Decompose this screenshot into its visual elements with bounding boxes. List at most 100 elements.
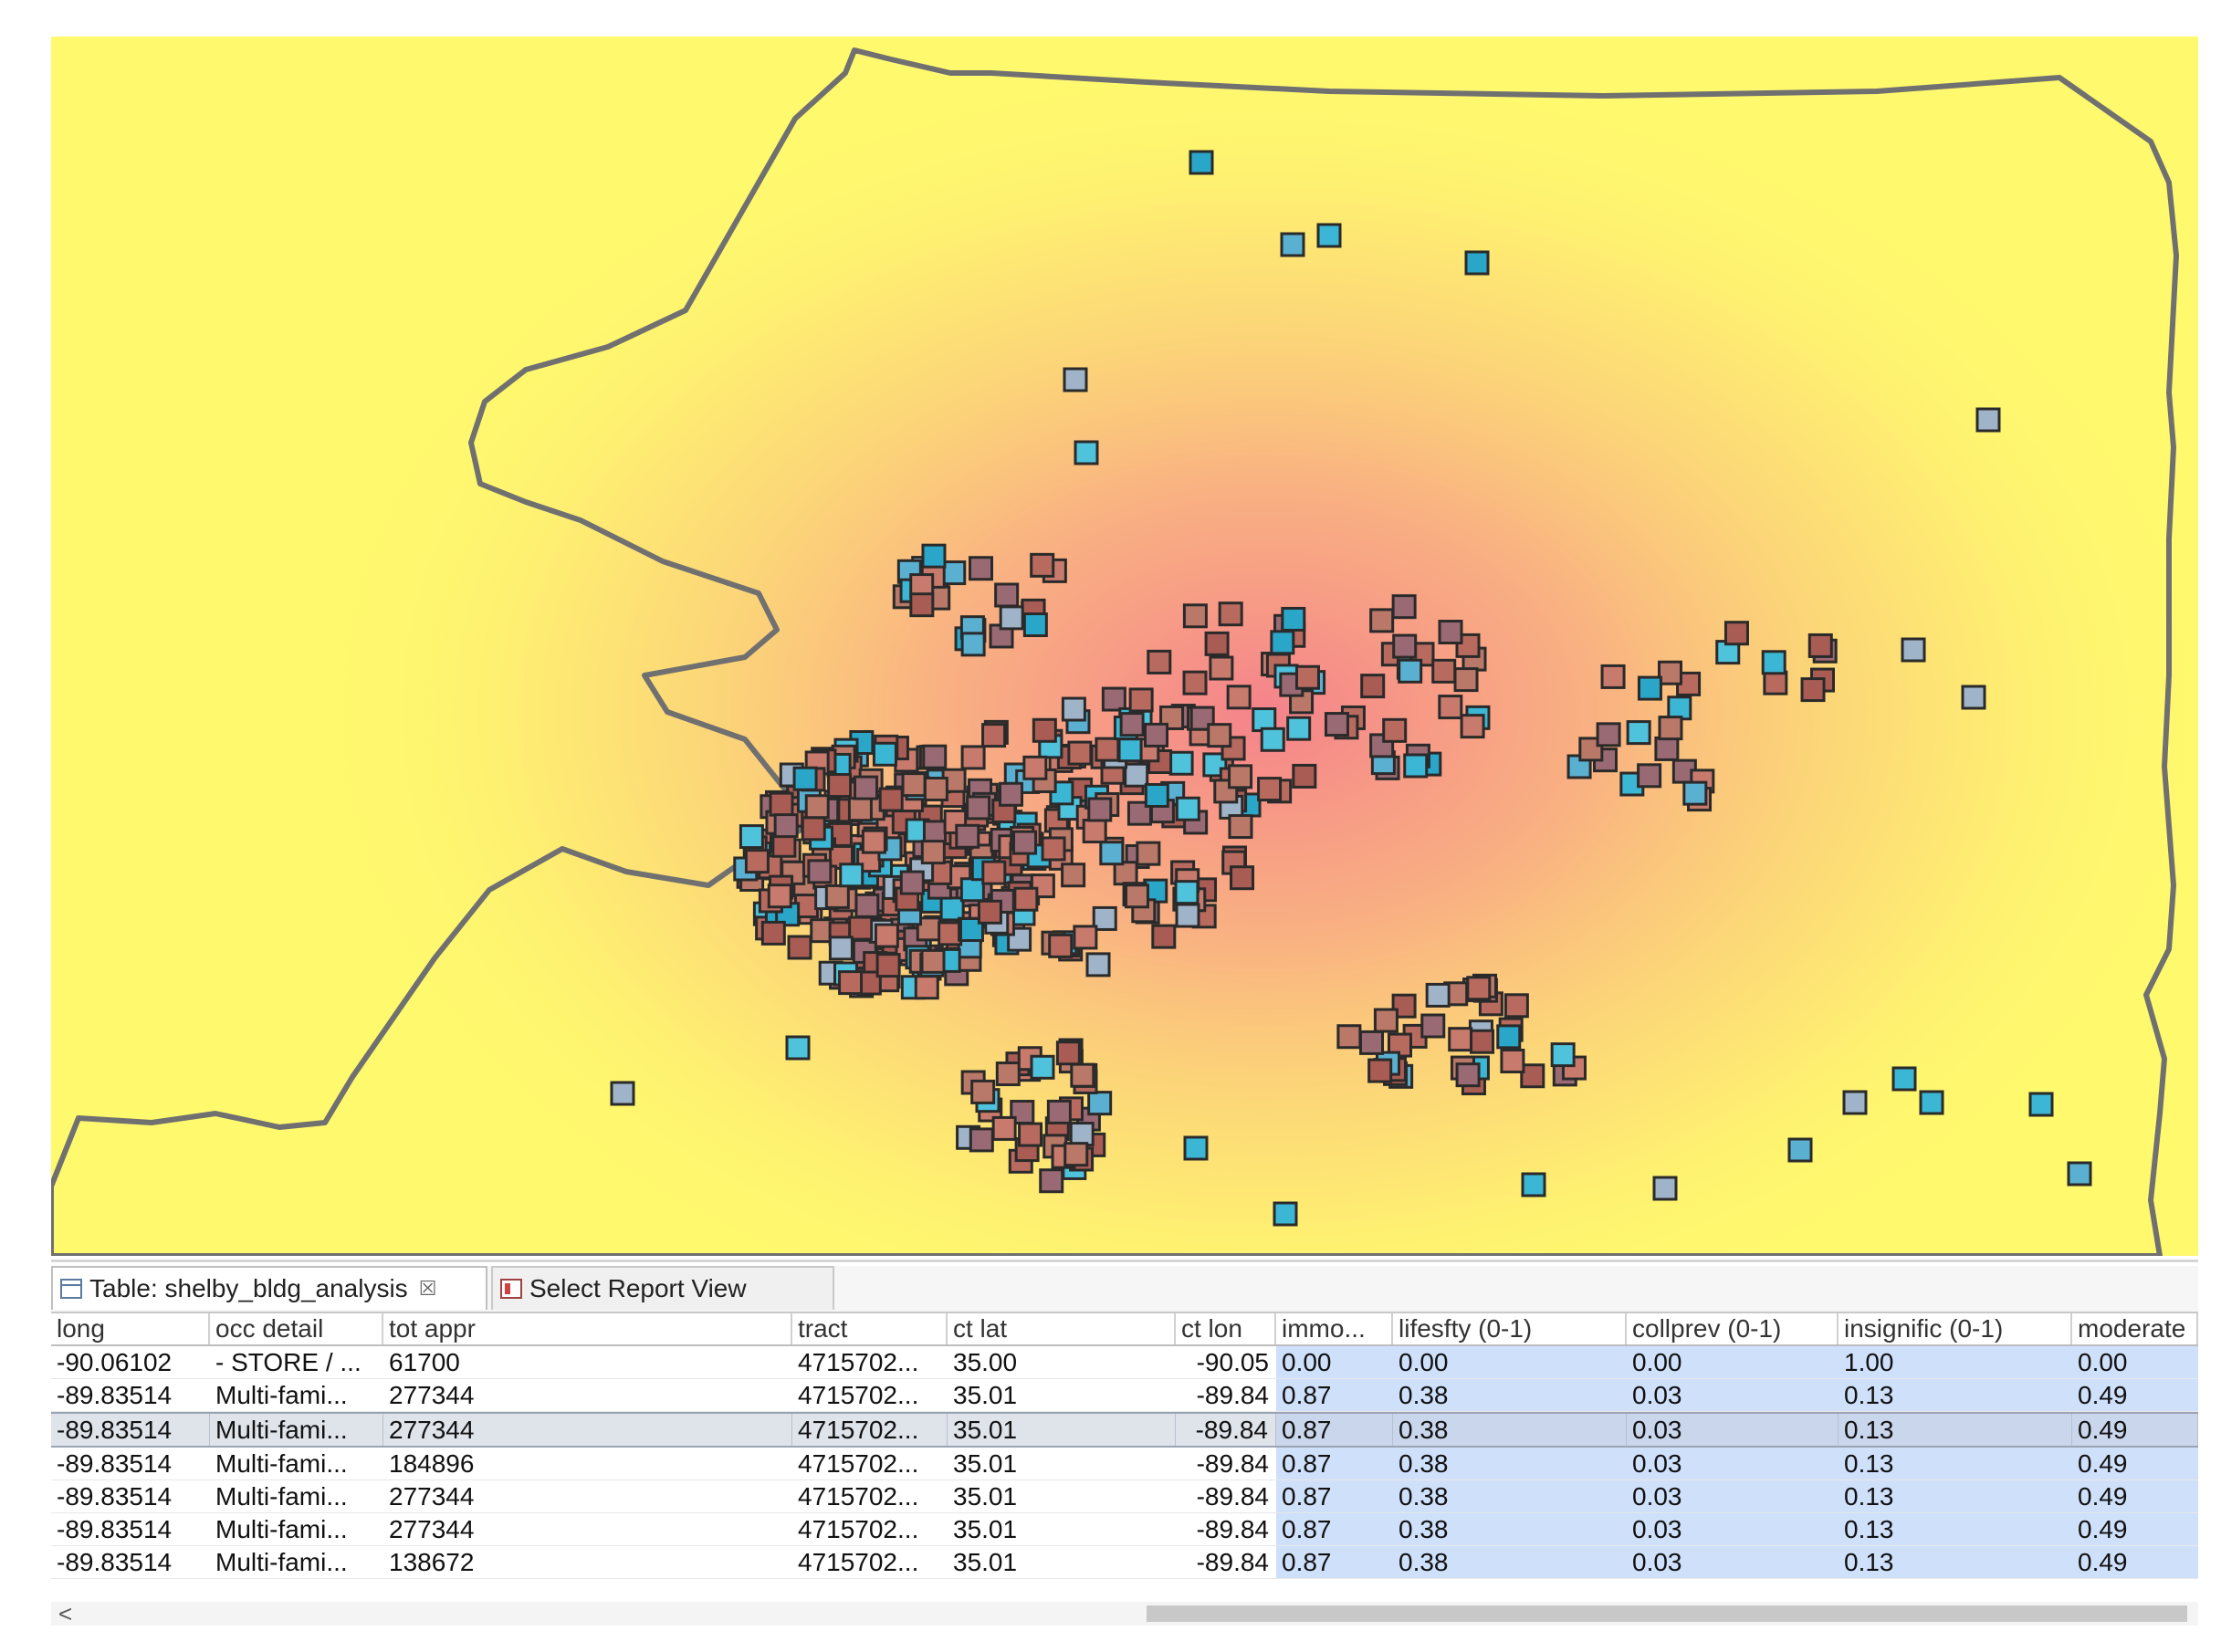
building-marker[interactable]	[739, 824, 764, 850]
building-marker[interactable]	[1654, 736, 1680, 761]
cell-lifesfty[interactable]: 0.38	[1393, 1448, 1627, 1479]
cell-occ-detail[interactable]: Multi-fami...	[210, 1513, 383, 1545]
cell-immo[interactable]: 0.87	[1276, 1414, 1393, 1446]
building-marker[interactable]	[1460, 714, 1485, 739]
building-marker[interactable]	[1147, 649, 1172, 674]
building-marker[interactable]	[1230, 865, 1255, 891]
building-marker[interactable]	[872, 741, 897, 767]
cell-long[interactable]: -89.83514	[51, 1379, 210, 1411]
building-marker[interactable]	[1218, 601, 1243, 627]
building-marker[interactable]	[1682, 780, 1708, 806]
building-marker[interactable]	[1807, 633, 1833, 658]
building-marker[interactable]	[901, 772, 927, 798]
building-marker[interactable]	[801, 816, 826, 842]
building-marker[interactable]	[1500, 1049, 1525, 1074]
building-marker[interactable]	[1228, 814, 1253, 840]
building-marker[interactable]	[1975, 407, 2001, 433]
building-marker[interactable]	[767, 884, 792, 909]
building-marker[interactable]	[1189, 150, 1214, 175]
cell-immo[interactable]: 0.87	[1276, 1480, 1393, 1512]
building-marker[interactable]	[960, 745, 986, 770]
building-marker[interactable]	[1101, 686, 1126, 712]
building-marker[interactable]	[1403, 753, 1429, 779]
cell-long[interactable]: -90.06102	[51, 1346, 210, 1378]
building-marker[interactable]	[1286, 716, 1312, 741]
map-canvas[interactable]	[51, 37, 2198, 1256]
building-marker[interactable]	[1228, 764, 1253, 789]
cell-insignific[interactable]: 0.13	[1839, 1513, 2072, 1545]
cell-long[interactable]: -89.83514	[51, 1414, 210, 1446]
building-marker[interactable]	[854, 775, 879, 800]
cell-tot-appr[interactable]: 184896	[383, 1448, 792, 1479]
building-marker[interactable]	[744, 849, 770, 874]
building-marker[interactable]	[1763, 670, 1788, 695]
building-marker[interactable]	[999, 781, 1024, 807]
cell-tot-appr[interactable]: 277344	[383, 1414, 792, 1446]
cell-ct-lon[interactable]: -89.84	[1176, 1448, 1276, 1479]
building-marker[interactable]	[1360, 674, 1386, 699]
building-marker[interactable]	[1144, 722, 1169, 748]
building-marker[interactable]	[773, 813, 799, 839]
building-marker[interactable]	[920, 948, 946, 974]
cell-tot-appr[interactable]: 277344	[383, 1379, 792, 1411]
cell-tract[interactable]: 4715702...	[792, 1480, 948, 1512]
building-marker[interactable]	[1041, 836, 1066, 862]
building-marker[interactable]	[1550, 1042, 1576, 1068]
cell-tot-appr[interactable]: 138672	[383, 1546, 792, 1578]
cell-immo[interactable]: 0.87	[1276, 1513, 1393, 1545]
cell-moderate[interactable]: 0.49	[2072, 1513, 2198, 1545]
cell-lifesfty[interactable]: 0.38	[1393, 1414, 1627, 1446]
building-marker[interactable]	[960, 632, 986, 657]
building-marker[interactable]	[1455, 1062, 1481, 1088]
cell-occ-detail[interactable]: Multi-fami...	[210, 1414, 383, 1446]
tab-table-shelby-bldg-analysis[interactable]: Table: shelby_bldg_analysis ☒	[51, 1266, 487, 1310]
building-marker[interactable]	[1270, 630, 1295, 655]
building-marker[interactable]	[1658, 716, 1683, 741]
building-marker[interactable]	[1063, 367, 1088, 392]
column-header-tract[interactable]: tract	[792, 1313, 948, 1344]
cell-collprev[interactable]: 0.03	[1627, 1379, 1839, 1411]
column-header-collprev[interactable]: collprev (0-1)	[1627, 1313, 1839, 1344]
cell-tot-appr[interactable]: 61700	[383, 1346, 792, 1378]
cell-collprev[interactable]: 0.03	[1627, 1546, 1839, 1578]
building-marker[interactable]	[1294, 664, 1320, 690]
building-marker[interactable]	[991, 1115, 1017, 1141]
column-header-ct-lon[interactable]: ct lon	[1176, 1313, 1276, 1344]
cell-insignific[interactable]: 0.13	[1839, 1448, 2072, 1479]
column-header-long[interactable]: long	[51, 1313, 210, 1344]
building-marker[interactable]	[1431, 658, 1457, 684]
building-marker[interactable]	[1087, 797, 1113, 822]
column-header-insignific[interactable]: insignific (0-1)	[1839, 1313, 2072, 1344]
building-marker[interactable]	[1032, 717, 1057, 743]
building-marker[interactable]	[839, 863, 864, 888]
building-marker[interactable]	[1124, 884, 1149, 909]
cell-immo[interactable]: 0.00	[1276, 1346, 1393, 1378]
building-marker[interactable]	[1018, 1122, 1043, 1147]
building-marker[interactable]	[1085, 952, 1111, 978]
building-marker[interactable]	[1013, 886, 1039, 912]
building-marker[interactable]	[1012, 830, 1038, 855]
building-marker[interactable]	[939, 896, 965, 922]
building-marker[interactable]	[1061, 863, 1086, 888]
cell-lifesfty[interactable]: 0.38	[1393, 1379, 1627, 1411]
attribute-table[interactable]: long occ detail tot appr tract ct lat ct…	[51, 1313, 2198, 1579]
cell-tot-appr[interactable]: 277344	[383, 1513, 792, 1545]
table-row[interactable]: -89.83514 Multi-fami... 138672 4715702... 35…	[51, 1546, 2198, 1579]
building-marker[interactable]	[955, 823, 980, 849]
cell-tract[interactable]: 4715702...	[792, 1414, 948, 1446]
building-marker[interactable]	[1136, 841, 1161, 866]
building-marker[interactable]	[923, 776, 948, 801]
building-marker[interactable]	[1842, 1090, 1868, 1115]
building-marker[interactable]	[1113, 861, 1138, 886]
building-marker[interactable]	[1324, 712, 1349, 737]
building-marker[interactable]	[1637, 675, 1662, 701]
building-marker[interactable]	[1392, 633, 1418, 659]
building-marker[interactable]	[1095, 737, 1120, 762]
building-marker[interactable]	[2067, 1161, 2092, 1187]
building-marker[interactable]	[994, 582, 1020, 608]
building-marker[interactable]	[981, 723, 1007, 748]
building-marker[interactable]	[1070, 1062, 1095, 1088]
building-marker[interactable]	[1503, 993, 1529, 1019]
building-marker[interactable]	[1652, 1176, 1678, 1201]
cell-insignific[interactable]: 0.13	[1839, 1414, 2072, 1446]
